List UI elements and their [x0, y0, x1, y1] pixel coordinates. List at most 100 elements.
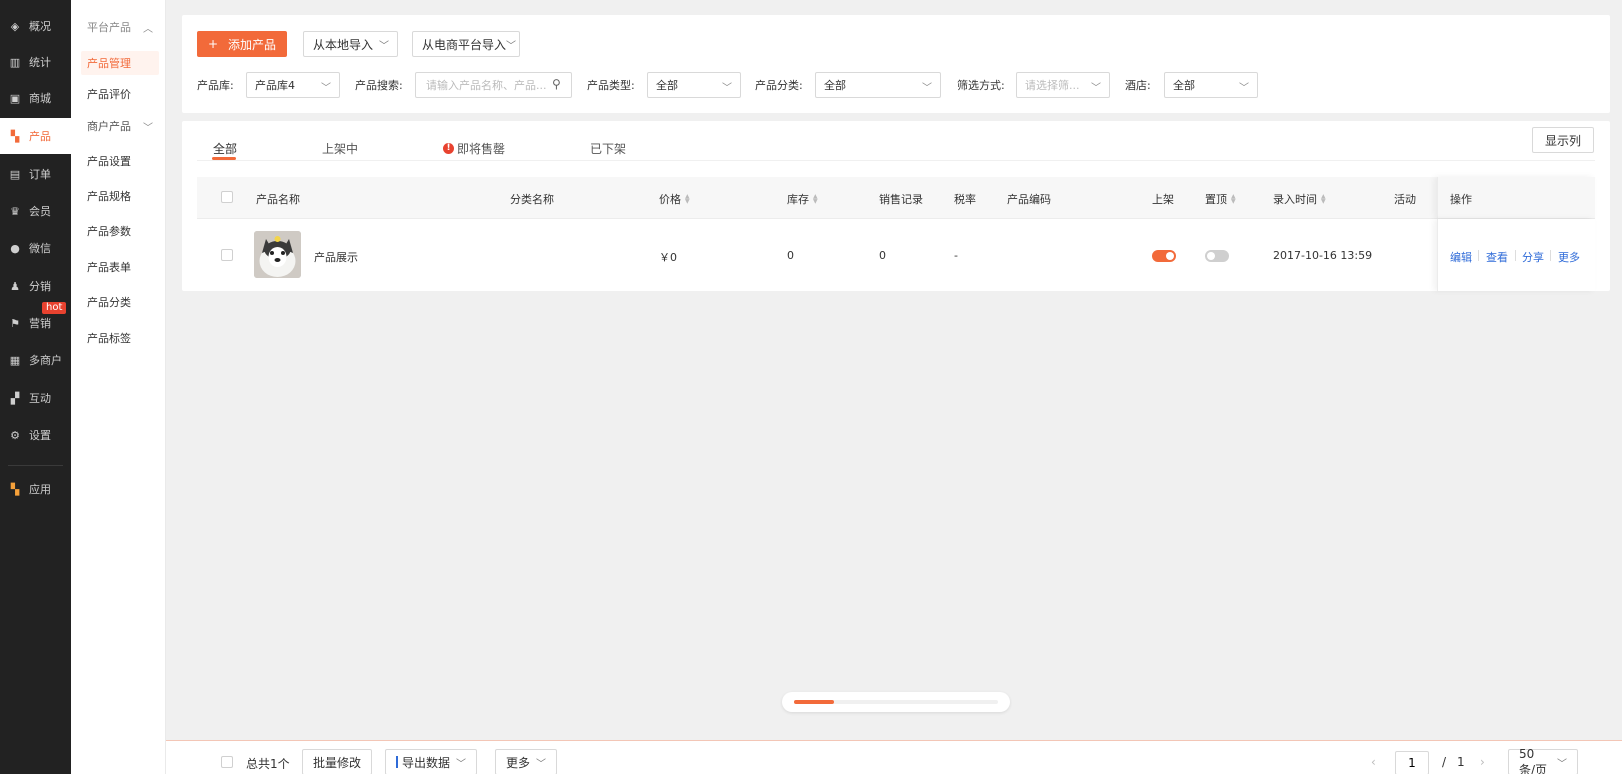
prev-page-icon[interactable]: ‹: [1371, 755, 1376, 769]
col-actions: 操作: [1450, 191, 1472, 207]
show-columns-button[interactable]: 显示列: [1531, 127, 1594, 153]
subnav-item-product-review[interactable]: 产品评价: [81, 82, 159, 106]
table-row: 产品展示 ￥0 0 0 - 2017-10-16 13:59 编辑 查看 分享 …: [197, 219, 1595, 291]
nav-item-multi-merchant[interactable]: ▦ 多商户: [0, 342, 71, 378]
nav-divider: [8, 465, 63, 466]
filter-method-placeholder: 请选择筛...: [1025, 79, 1080, 92]
category-label: 产品分类:: [755, 79, 803, 92]
nav-item-distribution[interactable]: ♟ 分销: [0, 268, 71, 304]
nav-item-marketing[interactable]: ⚑ 营销: [0, 305, 71, 341]
import-local-label: 从本地导入: [313, 37, 374, 52]
subnav-group-label: 商户产品: [87, 120, 131, 133]
more-link[interactable]: 更多: [1558, 249, 1580, 265]
page-number-input[interactable]: [1395, 751, 1429, 774]
col-name-label: 产品名称: [256, 193, 300, 206]
type-value: 全部: [656, 79, 678, 92]
edit-link[interactable]: 编辑: [1450, 249, 1472, 265]
chevron-down-icon: ﹀: [456, 758, 467, 770]
batch-edit-button[interactable]: 批量修改: [302, 749, 373, 774]
subnav-item-product-tags[interactable]: 产品标签: [81, 326, 159, 350]
tab-on-sale[interactable]: 上架中: [322, 133, 358, 163]
subnav-group-platform[interactable]: 平台产品 ︿: [81, 15, 159, 39]
chevron-down-icon: ﹀: [922, 83, 932, 94]
col-shelf-label: 上架: [1152, 193, 1174, 206]
search-input[interactable]: [415, 72, 572, 98]
nav-item-products[interactable]: ▚ 产品: [0, 118, 71, 154]
tab-selling-out[interactable]: ! 即将售罄: [443, 133, 505, 163]
sort-icon[interactable]: ▲ ▼: [1321, 194, 1326, 205]
nav-item-members[interactable]: ♛ 会员: [0, 193, 71, 229]
import-platform-button[interactable]: 从电商平台导入 ﹀: [412, 31, 520, 57]
subnav-item-label: 产品评价: [87, 88, 131, 101]
category-select[interactable]: 全部 ﹀: [815, 72, 941, 98]
subnav-item-product-specs[interactable]: 产品规格: [81, 184, 159, 208]
more-button[interactable]: 更多 ﹀: [495, 749, 558, 774]
col-time[interactable]: 录入时间 ▲ ▼: [1273, 191, 1326, 207]
row-checkbox[interactable]: [221, 249, 233, 261]
page-total: 1: [1457, 755, 1465, 769]
page-size-select[interactable]: 50 条/页 ﹀: [1508, 747, 1578, 774]
nav-item-stats[interactable]: ▥ 统计: [0, 44, 71, 80]
col-stock[interactable]: 库存 ▲ ▼: [787, 191, 818, 207]
nav-item-settings[interactable]: ⚙ 设置: [0, 417, 71, 453]
subnav-item-label: 产品分类: [87, 296, 131, 309]
tabs-divider: [197, 160, 1595, 161]
on-shelf-toggle[interactable]: [1152, 250, 1176, 262]
product-created-time: 2017-10-16 13:59: [1273, 249, 1373, 262]
col-price[interactable]: 价格 ▲ ▼: [659, 191, 690, 207]
nav-item-store[interactable]: ▣ 商城: [0, 80, 71, 116]
type-select[interactable]: 全部 ﹀: [647, 72, 741, 98]
scrollbar-thumb[interactable]: [794, 700, 834, 704]
nav-item-apps[interactable]: ▚ 应用: [0, 471, 71, 507]
subnav-group-label: 平台产品: [87, 21, 131, 34]
add-product-button[interactable]: + 添加产品: [197, 31, 287, 57]
nav-item-label: 互动: [29, 392, 51, 405]
total-count: 总共1个: [246, 757, 290, 771]
pin-top-toggle[interactable]: [1205, 250, 1229, 262]
select-all-checkbox[interactable]: [221, 191, 233, 203]
product-name[interactable]: 产品展示: [314, 249, 358, 265]
tab-off-shelf[interactable]: 已下架: [590, 133, 626, 163]
tab-label: 已下架: [590, 141, 627, 156]
nav-item-label: 多商户: [29, 354, 62, 367]
footer-bar: 总共1个 批量修改 导出数据 ﹀ 更多 ﹀ ‹ / 1 › 50 条/页 ﹀: [166, 740, 1622, 774]
nav-item-overview[interactable]: ◈ 概况: [0, 8, 71, 44]
nav-item-orders[interactable]: ▤ 订单: [0, 156, 71, 192]
subnav-item-product-categories[interactable]: 产品分类: [81, 290, 159, 314]
plus-icon: +: [207, 37, 219, 51]
grid-icon: ▚: [10, 129, 20, 143]
footer-select-all-checkbox[interactable]: [221, 756, 233, 768]
col-tax-label: 税率: [954, 193, 976, 206]
sort-icon[interactable]: ▲ ▼: [813, 194, 818, 205]
tab-label: 上架中: [322, 141, 359, 156]
import-local-button[interactable]: 从本地导入 ﹀: [303, 31, 398, 57]
subnav-item-label: 产品参数: [87, 225, 131, 238]
hotel-select[interactable]: 全部 ﹀: [1164, 72, 1258, 98]
product-thumbnail[interactable]: [254, 231, 301, 278]
chart-icon: ▥: [9, 55, 21, 69]
search-icon[interactable]: ⚲: [552, 77, 561, 91]
col-price-label: 价格: [659, 193, 681, 206]
export-data-button[interactable]: 导出数据 ﹀: [385, 749, 478, 774]
subnav-item-product-params[interactable]: 产品参数: [81, 219, 159, 243]
subnav-item-product-forms[interactable]: 产品表单: [81, 255, 159, 279]
sort-icon[interactable]: ▲ ▼: [685, 194, 690, 205]
chevron-down-icon: ﹀: [722, 83, 732, 94]
nav-item-wechat[interactable]: ● 微信: [0, 230, 71, 266]
show-columns-label: 显示列: [1544, 133, 1581, 148]
horizontal-scrollbar[interactable]: [782, 692, 1010, 712]
subnav-item-product-manage[interactable]: 产品管理: [81, 51, 159, 75]
col-code: 产品编码: [1007, 191, 1051, 207]
nav-item-label: 营销: [29, 317, 51, 330]
view-link[interactable]: 查看: [1486, 249, 1508, 265]
col-top[interactable]: 置顶 ▲ ▼: [1205, 191, 1236, 207]
nav-item-interaction[interactable]: ▞ 互动: [0, 380, 71, 416]
share-link[interactable]: 分享: [1522, 249, 1544, 265]
crown-icon: ♛: [10, 204, 20, 218]
subnav-item-product-settings[interactable]: 产品设置: [81, 149, 159, 173]
filter-method-select[interactable]: 请选择筛... ﹀: [1016, 72, 1110, 98]
subnav-group-merchant[interactable]: 商户产品 ﹀: [81, 114, 159, 138]
sort-icon[interactable]: ▲ ▼: [1231, 194, 1236, 205]
next-page-icon[interactable]: ›: [1480, 755, 1485, 769]
library-select[interactable]: 产品库4 ﹀: [246, 72, 340, 98]
